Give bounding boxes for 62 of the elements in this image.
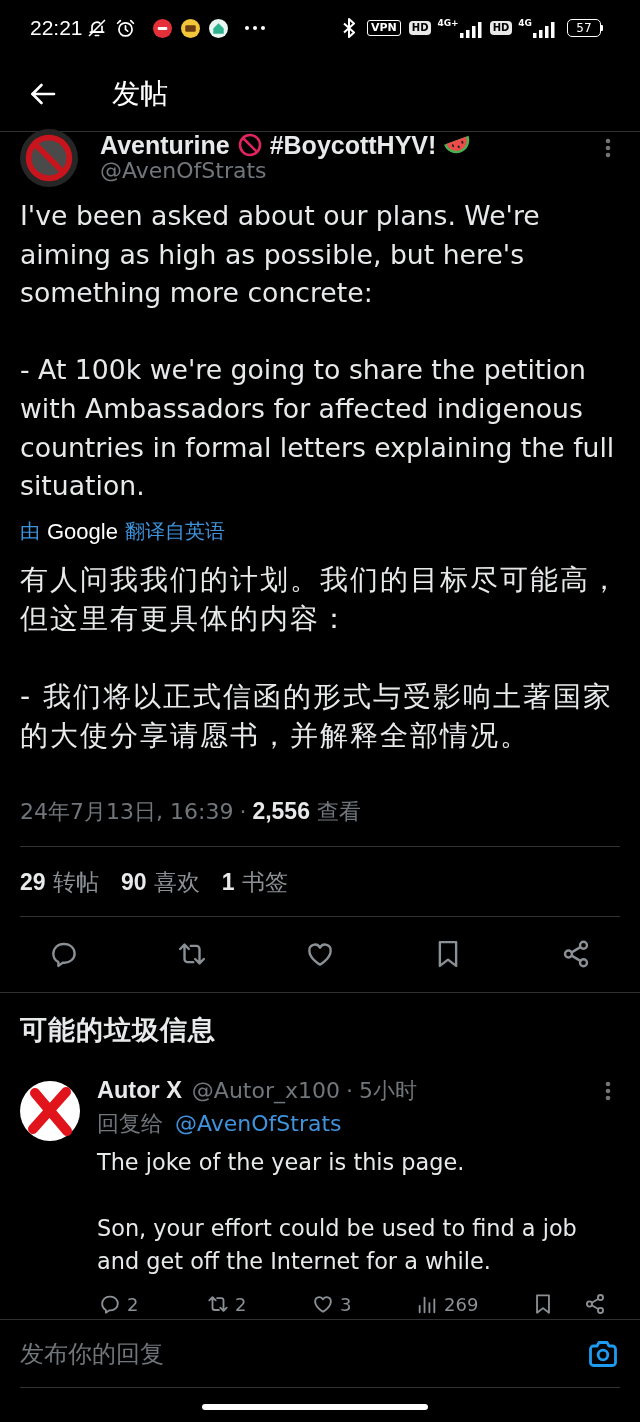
reply-text: The joke of the year is this page.: [97, 1147, 466, 1177]
author-handle[interactable]: @AvenOfStrats: [100, 157, 267, 184]
signal-bars-icon: [533, 22, 555, 38]
no-entry-icon: [237, 132, 262, 157]
translated-by-label: 由: [20, 518, 40, 546]
signal-bars-icon: [459, 22, 482, 38]
mention-link[interactable]: @AvenOfStrats: [175, 1111, 342, 1137]
post-text: I've been asked about our plans. We're aiming as high as possible, but here's something more concrete:: [20, 199, 541, 311]
reply-text: Son, your effort could be used to find a job and get off the Internet for a while.: [97, 1213, 578, 1276]
view-count: 2,556: [252, 798, 310, 826]
post-timestamp: 24年7月13日, 16:39: [20, 797, 234, 826]
stat-link[interactable]: 1 书签: [221, 866, 288, 897]
back-arrow-icon: [30, 82, 56, 105]
share-icon: [584, 1293, 606, 1316]
hd-badge: HD: [489, 21, 513, 35]
no-entry-avatar-icon[interactable]: [20, 129, 78, 187]
heart-icon: [312, 1293, 334, 1316]
bluetooth-icon: [343, 18, 355, 38]
reply-time: 5小时: [359, 1076, 417, 1105]
section-heading: 可能的垃圾信息: [20, 1012, 216, 1045]
vpn-indicator: VPN: [367, 20, 401, 36]
camera-icon: [588, 1340, 618, 1368]
separator-dot: ·: [346, 1078, 353, 1104]
stat-link[interactable]: 90 喜欢: [120, 866, 200, 897]
cross-avatar-icon[interactable]: [20, 1080, 80, 1141]
separator-dot: ·: [239, 799, 247, 825]
battery-indicator: 57: [567, 19, 603, 37]
stat-link[interactable]: 29 转帖: [20, 866, 99, 897]
alarm-clock-icon: [114, 17, 136, 39]
view-count-label: 查看: [316, 797, 361, 826]
more-options-icon[interactable]: [605, 138, 611, 158]
author-name-tag: #BoycottHYV!: [269, 131, 437, 158]
back-button[interactable]: [30, 82, 56, 105]
network-type: 4G+: [437, 18, 459, 28]
camera-button[interactable]: [588, 1340, 618, 1368]
share-icon: [561, 939, 591, 970]
reply-author-handle[interactable]: @Autor_x100: [191, 1078, 340, 1104]
author-name: Aventurine: [100, 131, 230, 158]
views-button[interactable]: 269: [414, 1293, 479, 1316]
post-text: - At 100k we're going to share the petition with Ambassadors for affected indigenous countries in formal letters explaining the full situation.: [20, 353, 616, 504]
like-button[interactable]: 3: [310, 1293, 352, 1316]
app-icon: [180, 18, 200, 38]
bell-off-icon: [86, 18, 107, 38]
speech-bubble-icon: [99, 1293, 121, 1316]
status-time: 22:21: [30, 16, 83, 40]
repost-button[interactable]: 2: [205, 1293, 247, 1316]
network-type: 4G: [518, 18, 532, 28]
translated-from-link[interactable]: 翻译自英语: [124, 518, 225, 546]
hd-badge: HD: [408, 21, 432, 35]
overflow-dots-icon: [244, 26, 265, 30]
home-indicator[interactable]: [202, 1403, 428, 1410]
translated-text: 有人问我我们的计划。我们的目标尽可能高，但这里有更具体的内容：: [20, 561, 621, 637]
app-icon: [152, 18, 172, 38]
translation-provider: Google: [47, 518, 118, 545]
translated-text: - 我们将以正式信函的形式与受影响土著国家的大使分享请愿书，并解释全部情况。: [20, 678, 614, 754]
reply-author-name: Autor X: [97, 1077, 182, 1105]
reply-button[interactable]: 2: [97, 1293, 139, 1316]
more-options-icon[interactable]: [605, 1080, 611, 1101]
page-title: 发帖: [112, 75, 168, 112]
replying-to-label: 回复给: [97, 1109, 163, 1138]
house-app-icon: [208, 18, 228, 38]
reply-input[interactable]: 发布你的回复: [20, 1334, 320, 1374]
